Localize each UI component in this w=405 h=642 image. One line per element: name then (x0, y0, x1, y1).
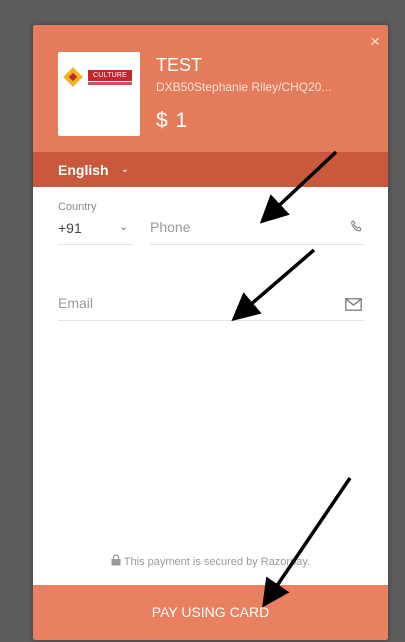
logo-diamond-icon (63, 67, 83, 87)
secure-text: This payment is secured by Razorpay. (123, 556, 311, 568)
chevron-down-icon: ⌄ (120, 164, 129, 175)
lock-icon (111, 554, 124, 568)
phone-underline (150, 244, 364, 245)
secure-note: This payment is secured by Razorpay. (33, 554, 388, 568)
country-label: Country (58, 201, 97, 213)
merchant-title: TEST (156, 55, 203, 75)
country-underline (58, 244, 133, 245)
payment-amount: $ 1 (156, 109, 189, 132)
mail-icon (345, 298, 362, 316)
language-selector[interactable]: English ⌄ (58, 162, 129, 178)
payment-description: DXB50Stephanie Riley/CHQ20... (156, 80, 332, 94)
close-icon[interactable]: × (370, 33, 380, 50)
country-code-select[interactable]: +91 (58, 220, 82, 236)
phone-input[interactable]: Phone (150, 219, 190, 235)
pay-using-card-button[interactable]: PAY USING CARD (33, 585, 388, 640)
email-input[interactable]: Email (58, 295, 93, 311)
merchant-logo: CULTURE (58, 52, 140, 136)
checkout-modal: × CULTURE TEST DXB50Stephanie Riley/CHQ2… (33, 25, 388, 640)
email-underline (58, 320, 364, 321)
chevron-down-icon[interactable]: ⌄ (119, 220, 128, 233)
culture-logo: CULTURE (63, 67, 132, 89)
phone-icon (349, 219, 364, 239)
language-label: English (58, 162, 109, 178)
logo-text: CULTURE (88, 70, 132, 81)
checkout-header: × CULTURE TEST DXB50Stephanie Riley/CHQ2… (33, 25, 388, 152)
